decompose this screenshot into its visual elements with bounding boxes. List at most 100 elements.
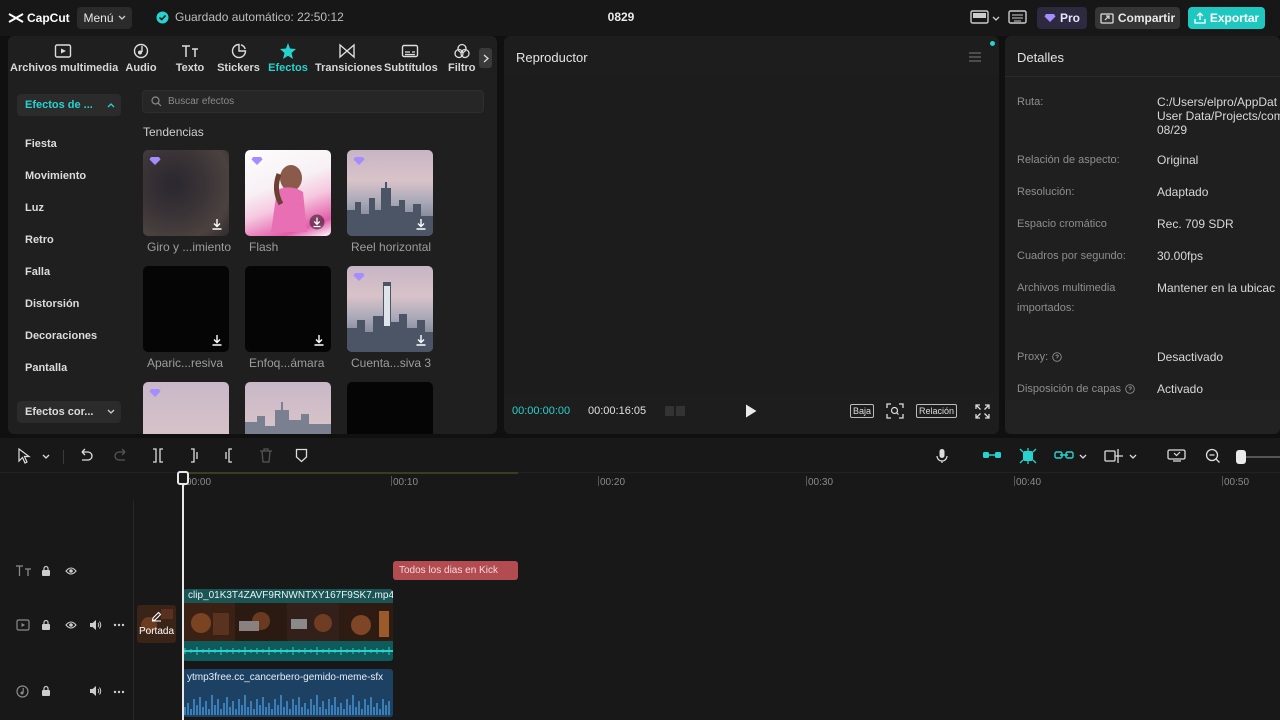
play-icon [746,404,757,418]
auto-snap-icon[interactable] [1018,448,1038,464]
category-falla[interactable]: Falla [25,266,50,278]
select-tool-dropdown-icon[interactable] [42,454,50,460]
download-icon[interactable] [415,218,427,230]
effect-card[interactable] [245,382,331,434]
tab-media[interactable]: Archivos multimedia [10,42,118,76]
category-movimiento[interactable]: Movimiento [25,170,86,182]
more-icon[interactable] [113,690,125,694]
category-fiesta[interactable]: Fiesta [25,138,57,150]
visibility-icon[interactable] [65,620,77,630]
ratio-button[interactable]: Relación [916,404,958,418]
video-canvas[interactable] [504,76,999,394]
quality-button[interactable]: Baja [850,404,875,418]
linkage-dropdown-icon[interactable] [1079,454,1087,460]
category-dropdown-collapsed[interactable]: Efectos cor... [17,401,121,423]
timeline-view-icon[interactable] [1167,448,1187,463]
split-icon[interactable] [151,448,165,463]
menu-button[interactable]: Menú [77,7,132,29]
tab-effects[interactable]: Efectos [267,42,309,76]
download-icon[interactable] [313,334,325,346]
volume-icon[interactable] [89,685,102,697]
tab-text[interactable]: Texto [171,42,209,76]
effect-card[interactable] [143,382,229,434]
main-track-link-icon[interactable] [982,448,1002,462]
video-clip[interactable]: clip_01K3T4ZAVF9RNWNTXY167F9SK7.mp4 [183,589,393,661]
player-menu-icon[interactable] [968,52,982,62]
more-icon[interactable] [113,623,125,627]
timecode-grid-icon[interactable] [664,404,686,418]
cover-button[interactable]: Portada [137,605,176,643]
help-icon[interactable] [1125,384,1135,394]
pro-diamond-icon [149,389,161,397]
effect-card-giro[interactable] [143,150,229,236]
tab-subtitles[interactable]: Subtítulos [384,42,438,76]
category-retro[interactable]: Retro [25,234,54,246]
fullscreen-icon[interactable] [975,404,990,419]
top-bar: CapCut Menú Guardado automático: 22:50:1… [0,0,1280,36]
text-clip[interactable]: Todos los dias en Kick [393,561,518,580]
effect-card-flash[interactable] [245,150,331,236]
category-distorsion[interactable]: Distorsión [25,298,79,310]
download-icon[interactable] [211,218,223,230]
project-title[interactable]: 0829 [600,10,642,24]
audio-clip[interactable]: ytmp3free.cc_cancerbero-gemido-meme-sfx [183,669,393,717]
microphone-icon[interactable] [936,448,948,464]
tabs-next-button[interactable] [479,48,492,68]
category-dropdown-active[interactable]: Efectos de ... [17,94,121,116]
effect-card-aparicion[interactable] [143,266,229,352]
effect-card[interactable] [347,382,433,434]
category-decoraciones[interactable]: Decoraciones [25,330,97,342]
export-label: Exportar [1209,11,1260,25]
download-icon[interactable] [415,334,427,346]
marker-icon[interactable] [295,448,308,463]
effect-card-reel[interactable] [347,150,433,236]
shortcuts-icon[interactable] [1008,9,1028,25]
select-tool-icon[interactable] [17,448,31,464]
export-button[interactable]: Exportar [1188,7,1265,29]
player-panel: Reproductor 00:00:00:00 00:00:16:05 Baja… [504,36,999,434]
download-icon[interactable] [211,334,223,346]
linkage-icon[interactable] [1054,448,1074,462]
zoom-fit-icon[interactable] [886,403,904,419]
redo-icon[interactable] [114,448,129,463]
lock-icon[interactable] [41,619,51,631]
zoom-out-icon[interactable] [1205,448,1221,464]
search-input[interactable] [168,96,468,107]
help-icon[interactable] [1052,352,1062,362]
layout-icon[interactable] [970,9,990,25]
effect-card-cuenta[interactable] [347,266,433,352]
playhead-line[interactable] [182,473,184,720]
lock-icon[interactable] [41,565,51,577]
tab-transitions[interactable]: Transiciones [315,42,382,76]
layout-dropdown-icon[interactable] [992,16,1000,22]
visibility-icon[interactable] [65,566,77,576]
split-right-icon[interactable] [222,448,236,463]
chevron-down-icon [118,15,125,20]
ruler-label: 00:00 [186,477,212,488]
playhead-handle[interactable] [177,471,189,485]
zoom-slider-handle[interactable] [1236,450,1246,464]
lock-icon[interactable] [41,685,51,697]
preview-axis-dropdown-icon[interactable] [1129,454,1137,460]
undo-icon[interactable] [78,448,93,463]
effect-card-enfoque[interactable] [245,266,331,352]
download-icon[interactable] [309,214,325,230]
tab-stickers[interactable]: Stickers [216,42,261,76]
category-pantalla[interactable]: Pantalla [25,362,67,374]
tab-audio[interactable]: Audio [122,42,160,76]
video-thumbnails-image [183,603,393,641]
play-button[interactable] [744,403,758,419]
share-button[interactable]: Compartir [1095,7,1180,29]
pro-button[interactable]: Pro [1037,7,1087,29]
search-icon [151,96,162,107]
player-title: Reproductor [516,50,588,65]
volume-icon[interactable] [89,619,102,631]
delete-icon[interactable] [259,448,273,463]
split-left-icon[interactable] [187,448,201,463]
preview-axis-icon[interactable] [1104,448,1124,464]
chevron-down-icon [107,409,115,414]
audio-clip-name: ytmp3free.cc_cancerbero-gemido-meme-sfx [187,672,384,683]
category-luz[interactable]: Luz [25,202,44,214]
tab-filter[interactable]: Filtro [445,42,479,76]
zoom-slider-track[interactable] [1246,456,1280,458]
